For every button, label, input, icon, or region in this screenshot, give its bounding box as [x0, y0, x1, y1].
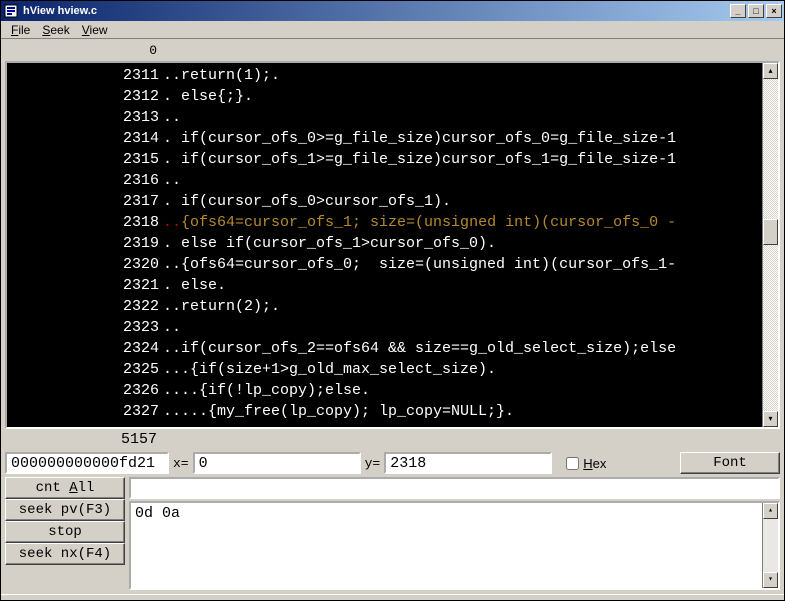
seek-prev-button[interactable]: seek pv(F3) — [5, 499, 125, 521]
menu-view[interactable]: View — [76, 22, 114, 38]
textarea-scrollbar[interactable]: ▴ ▾ — [762, 503, 778, 588]
total-lines-row: 5157 — [5, 431, 780, 449]
scroll-thumb[interactable] — [763, 219, 778, 245]
ruler: 0 — [5, 43, 780, 59]
font-button[interactable]: Font — [680, 452, 780, 474]
vertical-scrollbar[interactable]: ▴ ▾ — [762, 63, 778, 427]
y-label: y= — [365, 456, 381, 471]
close-button[interactable]: × — [766, 4, 782, 18]
menu-seek[interactable]: Seek — [36, 22, 75, 38]
window-title: hView hview.c — [23, 5, 730, 17]
menu-file[interactable]: File — [5, 22, 36, 38]
scroll-down-button[interactable]: ▾ — [763, 411, 778, 427]
search-textarea[interactable]: 0d 0a ▴ ▾ — [129, 501, 780, 590]
stop-button[interactable]: stop — [5, 521, 125, 543]
line-number-gutter: 2311 2312 2313 2314 2315 2316 2317 2318 … — [7, 63, 163, 427]
seek-next-button[interactable]: seek nx(F4) — [5, 543, 125, 565]
y-input[interactable] — [384, 452, 552, 474]
titlebar: hView hview.c _ □ × — [1, 1, 784, 21]
offset-input[interactable] — [5, 452, 169, 474]
textarea-scroll-down[interactable]: ▾ — [763, 572, 778, 588]
x-input[interactable] — [193, 452, 361, 474]
menubar: File Seek View — [1, 21, 784, 39]
hex-checkbox[interactable] — [566, 457, 579, 470]
maximize-button[interactable]: □ — [748, 4, 764, 18]
scroll-up-button[interactable]: ▴ — [763, 63, 778, 79]
count-result-field — [129, 477, 780, 499]
textarea-scroll-up[interactable]: ▴ — [763, 503, 778, 519]
x-label: x= — [173, 456, 189, 471]
cnt-all-button[interactable]: cnt All — [5, 477, 125, 499]
ruler-origin: 0 — [5, 43, 163, 59]
textarea-scroll-track[interactable] — [763, 519, 778, 572]
app-icon — [3, 3, 19, 19]
search-value: 0d 0a — [135, 505, 180, 522]
total-lines: 5157 — [5, 431, 163, 449]
code-view[interactable]: ..return(1);. . else{;}. .. . if(cursor_… — [163, 63, 762, 427]
minimize-button[interactable]: _ — [730, 4, 746, 18]
scroll-track[interactable] — [763, 79, 778, 411]
hex-checkbox-label[interactable]: Hex — [566, 456, 606, 471]
statusbar — [1, 594, 784, 600]
editor[interactable]: 2311 2312 2313 2314 2315 2316 2317 2318 … — [5, 61, 780, 429]
